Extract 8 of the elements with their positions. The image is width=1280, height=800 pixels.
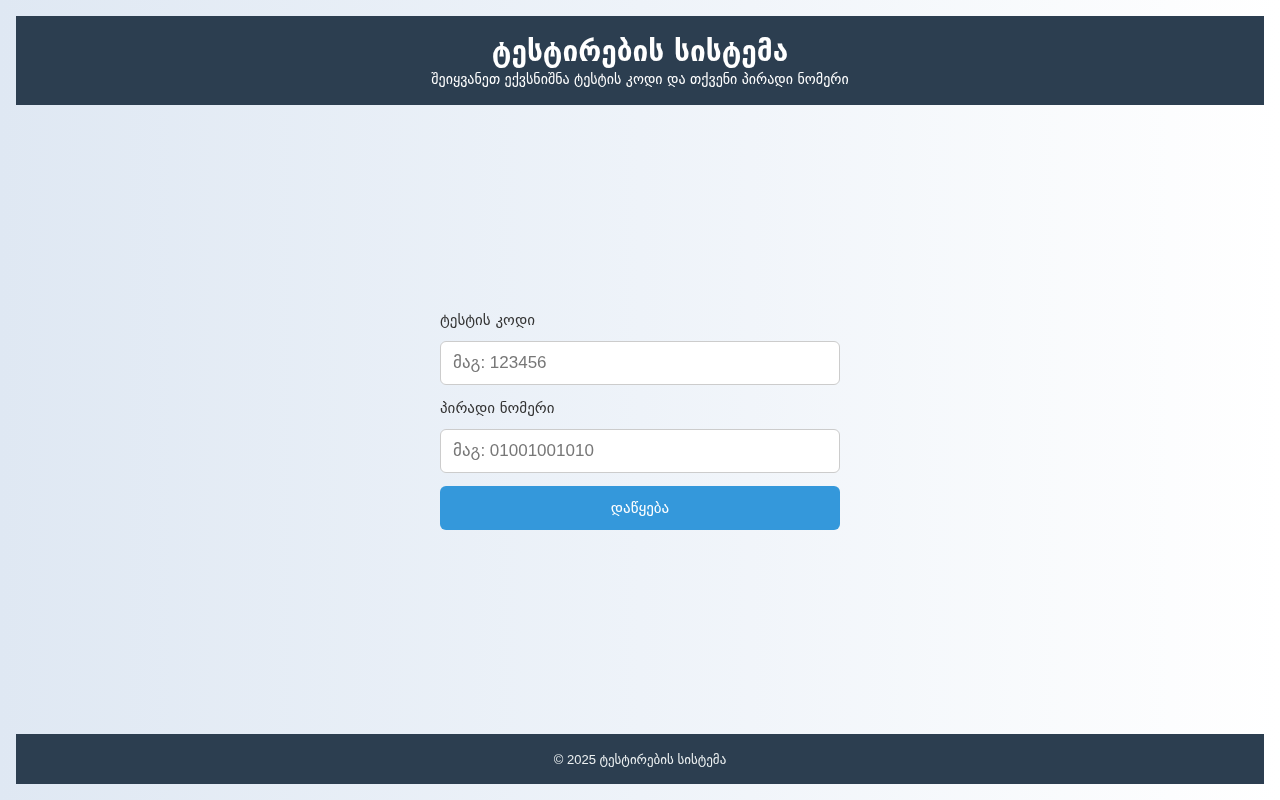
field-label: პირადი ნომერი <box>440 398 555 419</box>
page-title: ტესტირების სისტემა <box>491 33 789 70</box>
input-field[interactable]: მაგ: 01001001010 <box>440 429 840 473</box>
copyright-text: © 2025 ტესტირების სისტემა <box>553 751 727 767</box>
field-label: ტესტის კოდი <box>440 310 535 331</box>
start-button[interactable]: დაწყება <box>440 486 840 530</box>
page-subtitle: შეიყვანეთ ექვსნიშნა ტესტის კოდი და თქვენი პირადი ნომერი <box>431 69 849 88</box>
input-field[interactable]: მაგ: 123456 <box>440 341 840 385</box>
